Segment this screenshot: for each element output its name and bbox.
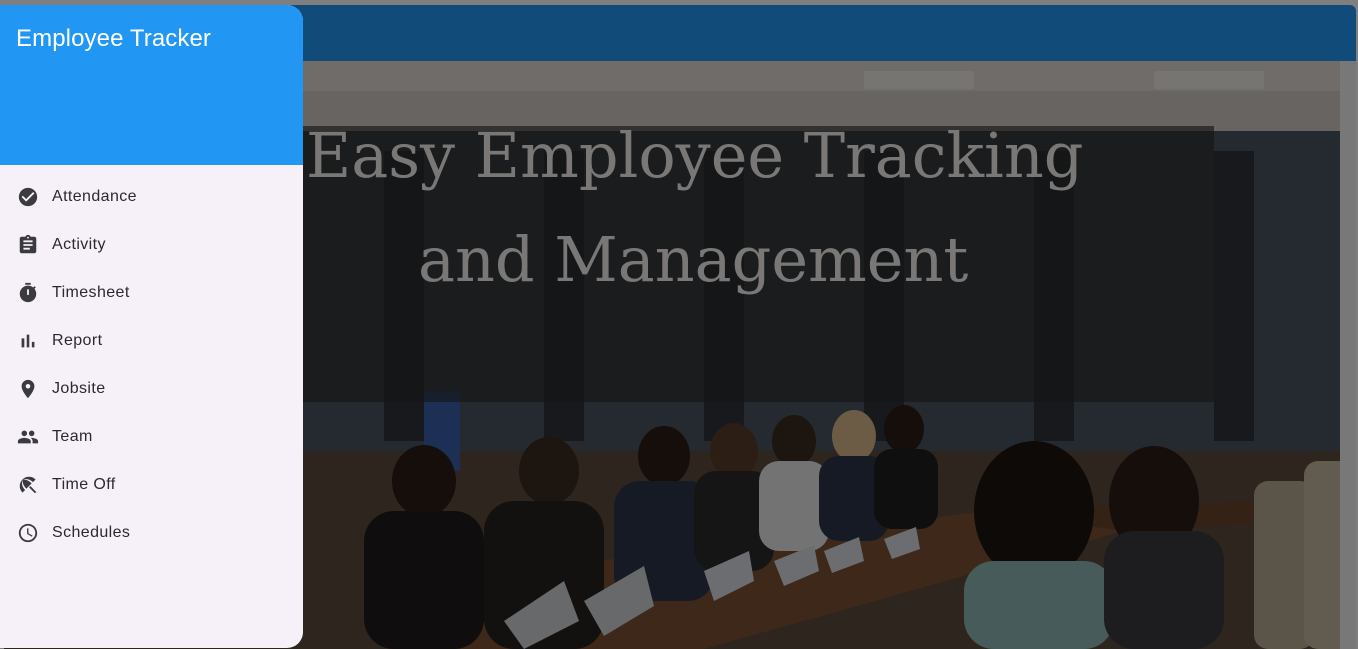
clock-icon xyxy=(16,521,40,545)
nav-item-attendance[interactable]: Attendance xyxy=(0,173,303,221)
nav-item-time-off[interactable]: Time Off xyxy=(0,461,303,509)
clipboard-icon xyxy=(16,233,40,257)
nav-item-label: Schedules xyxy=(52,524,131,541)
beach-umbrella-icon xyxy=(16,473,40,497)
nav-item-label: Team xyxy=(52,428,93,445)
people-icon xyxy=(16,425,40,449)
navigation-drawer: Employee Tracker Attendance Activity Tim… xyxy=(0,5,303,648)
nav-item-activity[interactable]: Activity xyxy=(0,221,303,269)
bar-chart-icon xyxy=(16,329,40,353)
nav-item-label: Timesheet xyxy=(52,284,130,301)
nav-item-team[interactable]: Team xyxy=(0,413,303,461)
app-title: Employee Tracker xyxy=(16,25,212,52)
nav-item-label: Time Off xyxy=(52,476,116,493)
nav-item-timesheet[interactable]: Timesheet xyxy=(0,269,303,317)
stopwatch-icon xyxy=(16,281,40,305)
nav-item-schedules[interactable]: Schedules xyxy=(0,509,303,557)
nav-item-jobsite[interactable]: Jobsite xyxy=(0,365,303,413)
nav-item-label: Report xyxy=(52,332,103,349)
location-pin-icon xyxy=(16,377,40,401)
nav-item-label: Attendance xyxy=(52,188,137,205)
drawer-header: Employee Tracker xyxy=(0,5,303,165)
app-root: Easy Employee Tracking and Management Em… xyxy=(0,0,1358,649)
nav-item-label: Activity xyxy=(52,236,106,253)
check-circle-icon xyxy=(16,185,40,209)
nav-item-label: Jobsite xyxy=(52,380,106,397)
drawer-menu: Attendance Activity Timesheet Report Job… xyxy=(0,165,303,557)
nav-item-report[interactable]: Report xyxy=(0,317,303,365)
